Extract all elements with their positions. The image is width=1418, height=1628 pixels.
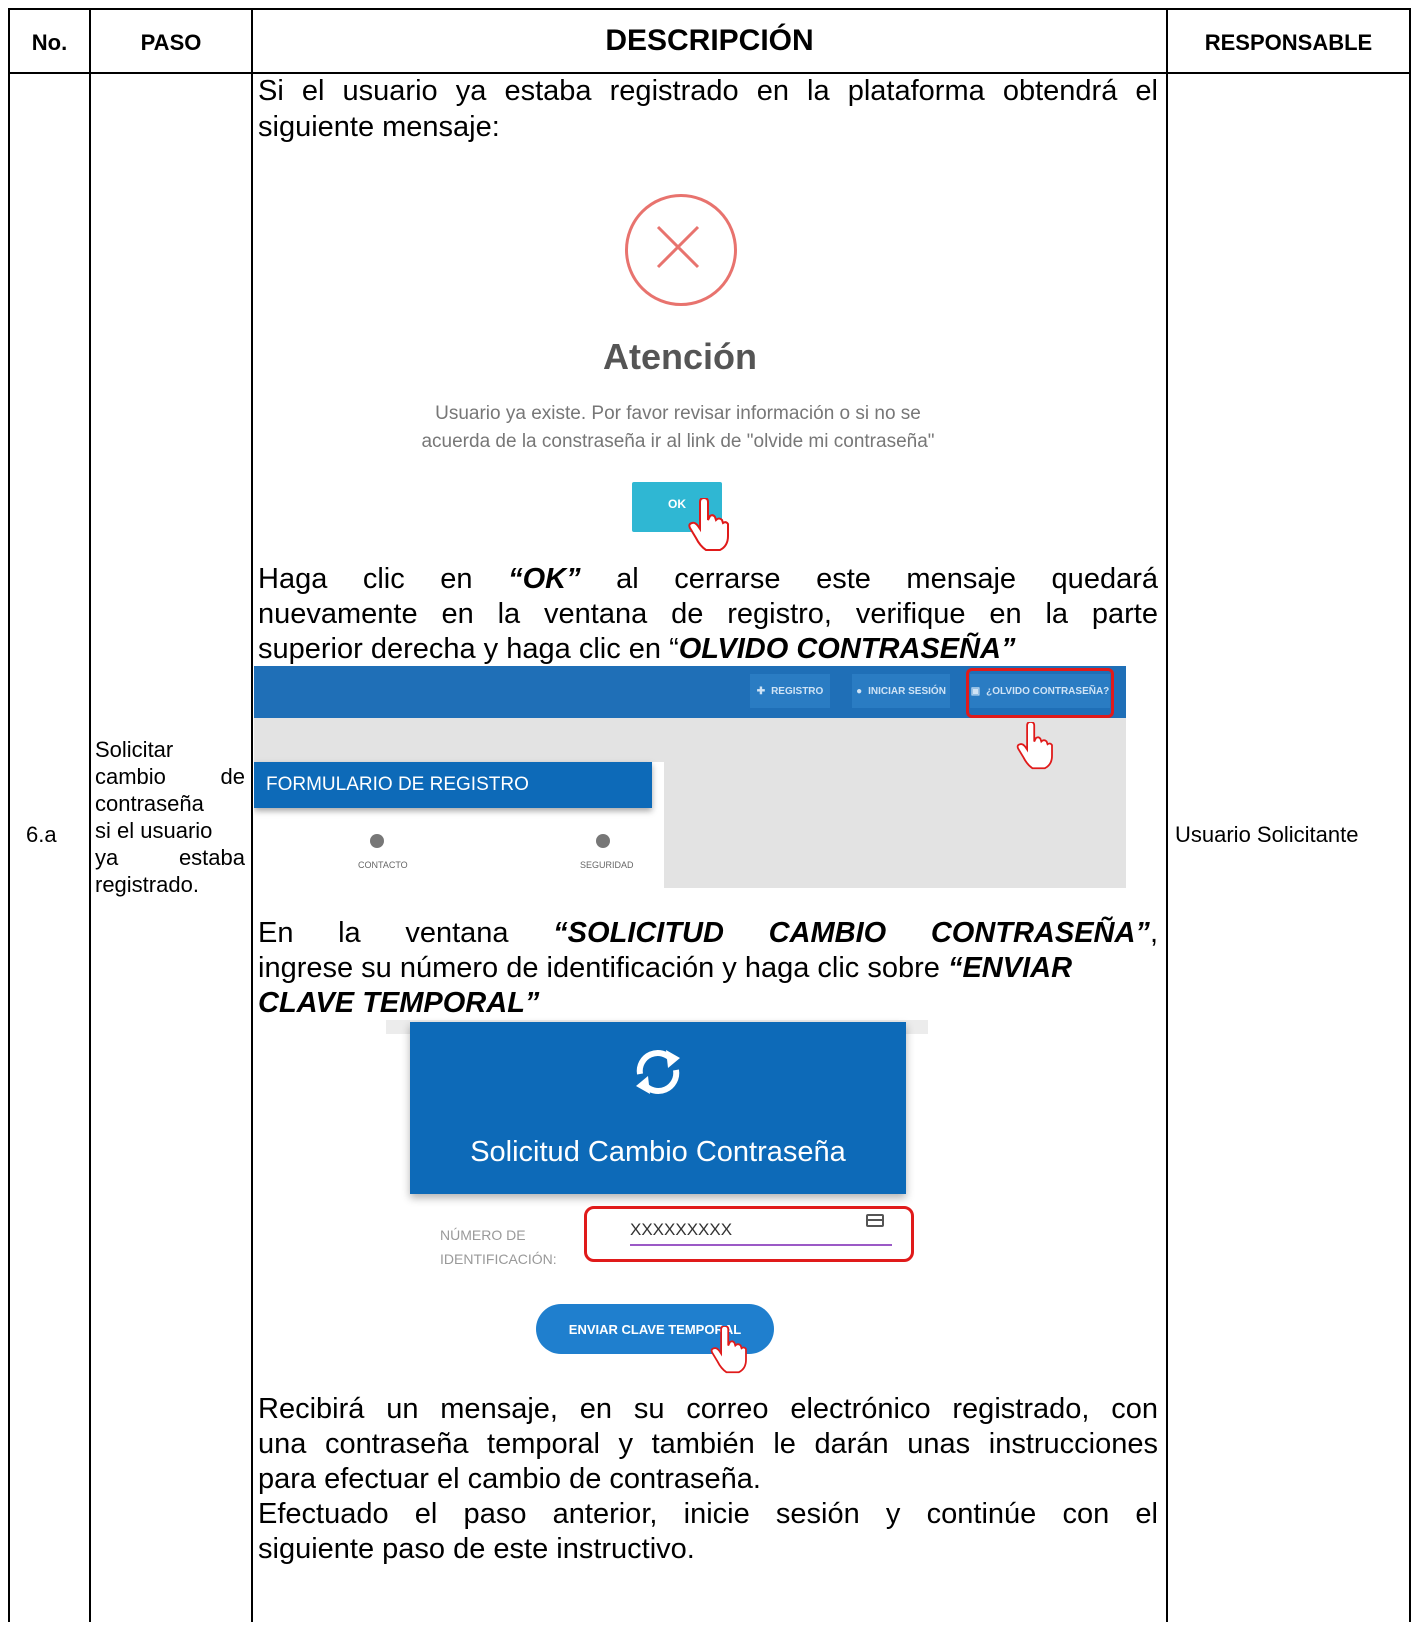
header-no: No. — [31, 30, 68, 55]
col-divider-2 — [251, 8, 253, 1622]
dialog-message-line-2: acuerda de la constraseña ir al link de … — [421, 431, 935, 452]
table-border-top — [8, 8, 1411, 10]
login-icon: ● — [856, 685, 863, 697]
paragraph-1-line-2: siguiente mensaje: — [258, 111, 500, 143]
paragraph-4-line-2: una contraseña temporal y también le dar… — [258, 1428, 1158, 1460]
registration-page-screenshot: ✚ REGISTRO ● INICIAR SESIÓN ▣ ¿OLVIDO CONTR… — [254, 666, 1126, 888]
paragraph-5-line-2: siguiente paso de este instructivo. — [258, 1533, 695, 1565]
table-border-left — [8, 8, 10, 1622]
id-input-underline — [630, 1244, 892, 1246]
paragraph-2-line-3: superior derecha y haga clic en “OLVIDO … — [258, 633, 1016, 665]
highlight-box — [966, 668, 1114, 718]
header-descripcion: DESCRIPCIÓN — [605, 24, 814, 57]
paragraph-4-line-1: Recibirá un mensaje, en su correo electr… — [258, 1393, 1158, 1425]
step-line: ya estaba — [95, 845, 245, 870]
nav-iniciar-sesion-button[interactable]: ● INICIAR SESIÓN — [852, 674, 950, 708]
header-paso: PASO — [140, 30, 202, 55]
refresh-icon — [636, 1050, 680, 1094]
step-dot-contacto — [370, 834, 384, 848]
paragraph-1-line-1: Si el usuario ya estaba registrado en la… — [258, 75, 1158, 107]
paragraph-3-line-2: ingrese su número de identificación y ha… — [258, 952, 1073, 984]
step-line: si el usuario — [95, 818, 213, 843]
paragraph-2-line-2: nuevamente en la ventana de registro, ve… — [258, 598, 1158, 630]
step-label-seguridad: SEGURIDAD — [580, 860, 634, 870]
step-dot-seguridad — [596, 834, 610, 848]
paragraph-4-line-3: para efectuar el cambio de contraseña. — [258, 1463, 761, 1495]
row-number: 6.a — [26, 822, 57, 847]
form-title: FORMULARIO DE REGISTRO — [254, 762, 652, 808]
step-line: registrado. — [95, 872, 199, 897]
instruction-table: No. PASO DESCRIPCIÓN RESPONSABLE 6.a Sol… — [8, 8, 1412, 1628]
id-label-line-2: IDENTIFICACIÓN: — [440, 1251, 557, 1267]
paragraph-2-line-1: Haga clic en “OK” al cerrarse este mensa… — [258, 563, 1158, 595]
paragraph-3-line-1: En la ventana “SOLICITUD CAMBIO CONTRASE… — [258, 917, 1158, 949]
step-name: Solicitar cambio de contraseña si el usu… — [95, 736, 245, 898]
dialog-message-line-1: Usuario ya existe. Por favor revisar inf… — [435, 403, 921, 424]
nav-registro-button[interactable]: ✚ REGISTRO — [750, 674, 830, 708]
step-line: cambio de — [95, 764, 245, 789]
id-input[interactable]: XXXXXXXXX — [630, 1220, 732, 1240]
table-border-right — [1409, 8, 1411, 1622]
card-icon — [866, 1214, 884, 1227]
step-line: Solicitar — [95, 737, 174, 762]
step-line: contraseña — [95, 791, 204, 816]
solicitud-card: Solicitud Cambio Contraseña — [410, 1022, 906, 1194]
pointer-hand-icon — [688, 498, 729, 551]
solicitud-title: Solicitud Cambio Contraseña — [470, 1136, 846, 1168]
responsible: Usuario Solicitante — [1175, 822, 1359, 847]
add-user-icon: ✚ — [756, 685, 766, 697]
paragraph-3-line-3: CLAVE TEMPORAL” — [258, 987, 540, 1019]
header-responsable: RESPONSABLE — [1204, 30, 1373, 55]
col-divider-3 — [1166, 8, 1168, 1622]
error-x-icon — [625, 194, 737, 306]
paragraph-5-line-1: Efectuado el paso anterior, inicie sesió… — [258, 1498, 1158, 1530]
pointer-hand-icon — [710, 1326, 747, 1374]
pointer-hand-icon — [1016, 722, 1053, 770]
step-label-contacto: CONTACTO — [358, 860, 408, 870]
dialog-title: Atención — [602, 336, 757, 377]
col-divider-1 — [89, 8, 91, 1622]
id-label-line-1: NÚMERO DE — [440, 1227, 526, 1243]
